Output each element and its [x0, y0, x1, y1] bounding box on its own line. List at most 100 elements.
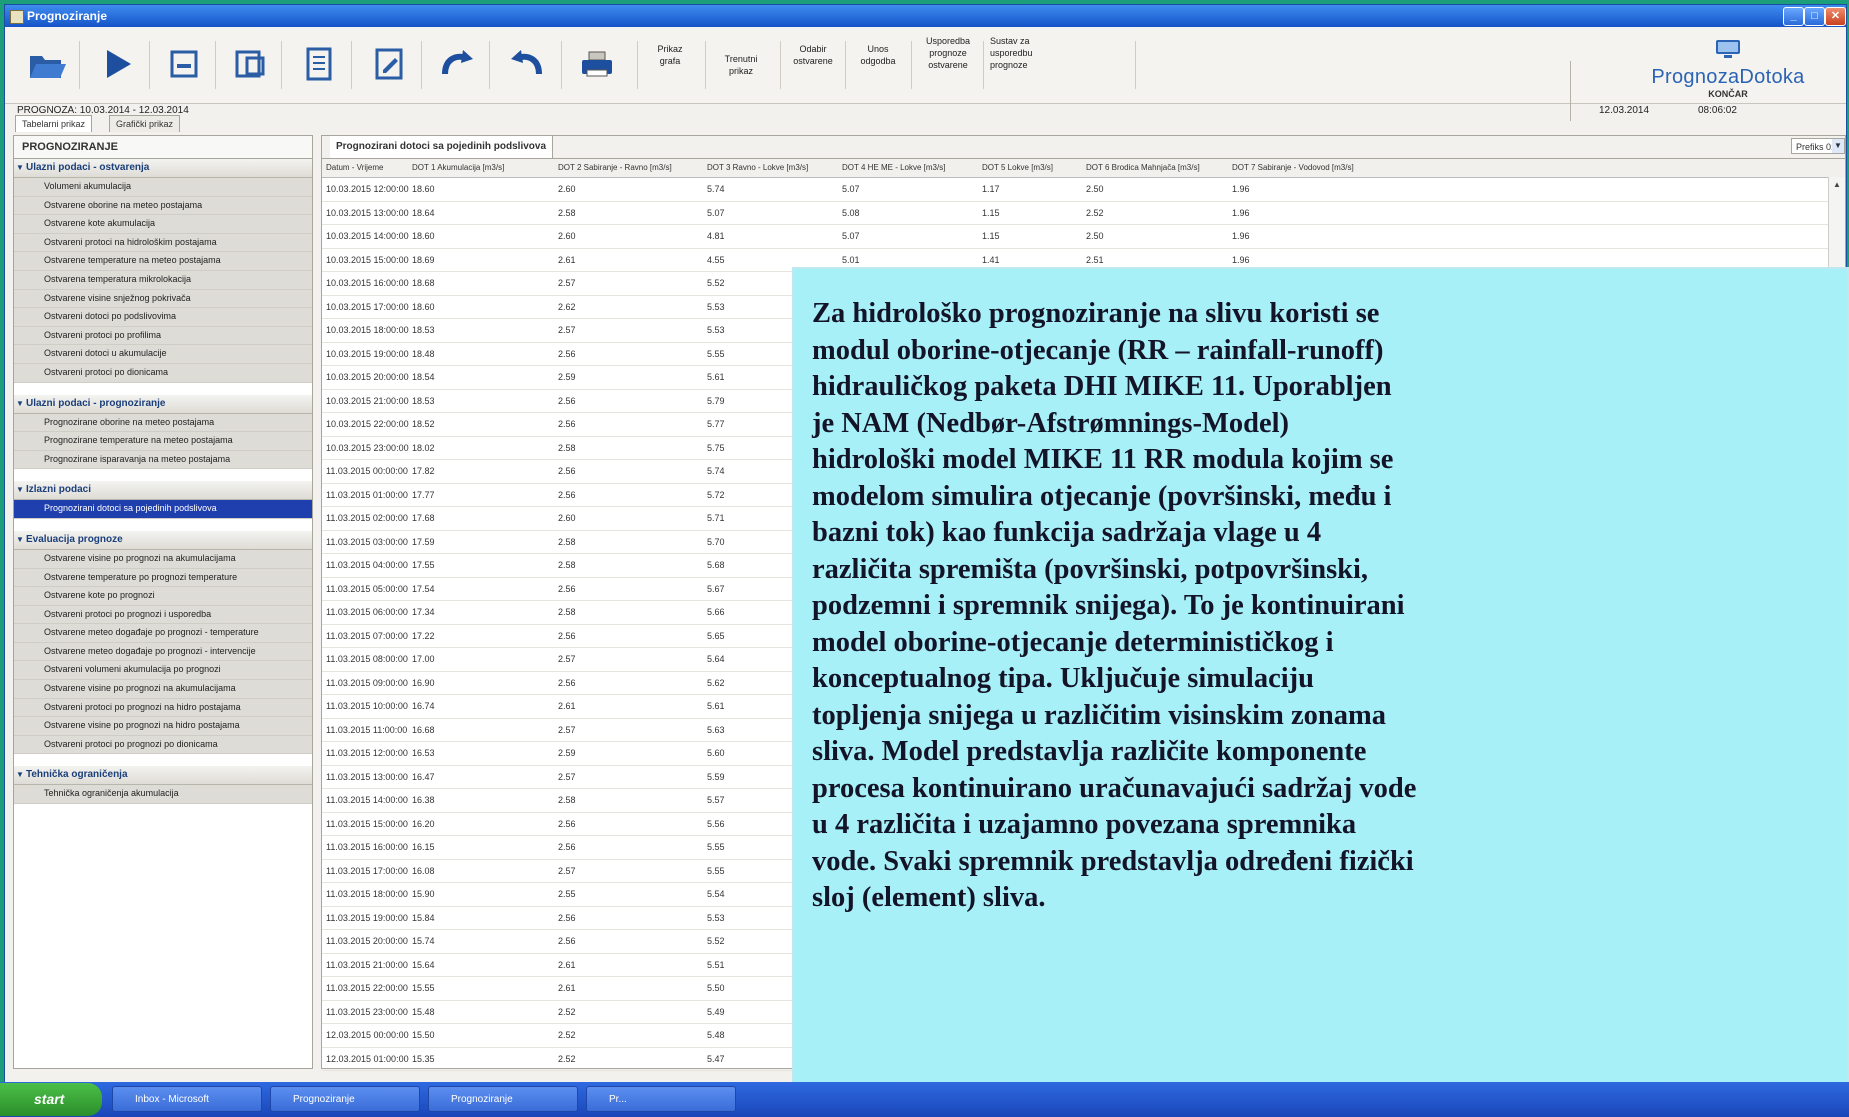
nav-item[interactable]: Ostvareni dotoci u akumulacije	[14, 345, 312, 364]
nav-item[interactable]: Ostvarene visine po prognozi na akumulac…	[14, 680, 312, 699]
taskbar-item[interactable]: Inbox - Microsoft	[112, 1086, 262, 1112]
nav-group[interactable]: ▼ Tehnička ograničenja	[14, 766, 312, 786]
nav-item[interactable]: Ostvarene temperature na meteo postajama	[14, 252, 312, 271]
open-button[interactable]	[25, 42, 69, 86]
table-cell: 2.57	[558, 771, 576, 782]
nav-item[interactable]: Prognozirane isparavanja na meteo postaj…	[14, 450, 312, 470]
table-cell: 2.56	[558, 583, 576, 594]
nav-item[interactable]: Ostvareni volumeni akumulacija po progno…	[14, 661, 312, 681]
edit-button[interactable]	[367, 42, 411, 86]
nav-item[interactable]: Ostvareni protoci po dionicama	[14, 363, 312, 383]
close-button[interactable]: ✕	[1825, 7, 1846, 26]
app-icon	[10, 10, 24, 24]
nav-item[interactable]: Ostvarene kote po prognozi	[14, 587, 312, 606]
table-cell: 5.53	[707, 325, 725, 335]
nav-item[interactable]: Tehnička ograničenja akumulacija	[14, 785, 312, 805]
nav-item[interactable]: Volumeni akumulacija	[14, 178, 312, 197]
nav-item[interactable]: Ostvarene visine po prognozi na akumulac…	[14, 549, 312, 569]
column-header[interactable]: DOT 5 Lokve [m3/s]	[982, 159, 1053, 177]
table-cell: 5.53	[707, 301, 725, 312]
collapse-arrow-icon[interactable]: ▼	[16, 481, 24, 499]
nav-item[interactable]: Prognozirane temperature na meteo postaj…	[14, 432, 312, 451]
overlay-text-line: bazni tok) kao funkcija sadržaja vlage u…	[812, 517, 1322, 548]
table-row[interactable]: 10.03.2015 13:00:00 18.64 2.58 5.07 5.08 1.15…	[322, 202, 1845, 225]
undo-button[interactable]	[505, 42, 549, 86]
tab-chart-view[interactable]: Grafički prikaz	[109, 115, 181, 132]
table-cell: 15.84	[412, 912, 435, 923]
table-cell: 5.68	[707, 560, 725, 570]
nav-item[interactable]: Ostvareni protoci po prognozi i usporedb…	[14, 605, 312, 625]
chevron-down-icon[interactable]: ▼	[1832, 139, 1844, 153]
forecast-compare-system-button[interactable]: Sustav za usporedbu prognoze	[990, 35, 1130, 71]
enter-delay-button[interactable]: Unos odgodba	[852, 43, 904, 67]
table-cell: 2.56	[558, 395, 576, 406]
table-cell: 2.61	[558, 701, 576, 711]
column-header[interactable]: DOT 4 HE ME - Lokve [m3/s]	[842, 159, 945, 177]
nav-item[interactable]: Ostvareni protoci po profilima	[14, 326, 312, 346]
redo-button[interactable]	[435, 42, 479, 86]
nav-item[interactable]: Ostvarene visine po prognozi na hidro po…	[14, 717, 312, 736]
nav-group[interactable]: ▼ Izlazni podaci	[14, 481, 312, 501]
table-cell: 11.03.2015 05:00:00	[326, 583, 408, 594]
nav-item[interactable]: Ostvareni dotoci po podslivovima	[14, 308, 312, 327]
table-cell: 18.02	[412, 442, 435, 453]
navigation-tree: ▼ Ulazni podaci - ostvarenja Volumeni akum…	[14, 159, 312, 817]
select-actual-button[interactable]: Odabir ostvarene	[787, 43, 839, 67]
nav-item[interactable]: Ostvarene oborine na meteo postajama	[14, 196, 312, 216]
table-cell: 2.57	[558, 724, 576, 735]
table-row[interactable]: 10.03.2015 12:00:00 18.60 2.60 5.74 5.07 1.17…	[322, 178, 1845, 202]
print-button[interactable]	[575, 42, 619, 86]
taskbar-item[interactable]: Prognoziranje	[428, 1086, 578, 1112]
table-cell: 2.59	[558, 372, 576, 382]
collapse-arrow-icon[interactable]: ▼	[16, 395, 24, 413]
table-row[interactable]: 10.03.2015 14:00:00 18.60 2.60 4.81 5.07 1.15…	[322, 225, 1845, 249]
minimize-button[interactable]: _	[1783, 7, 1804, 26]
save-button[interactable]	[162, 42, 206, 86]
report-button[interactable]	[297, 42, 341, 86]
nav-item[interactable]: Ostvareni protoci na hidrološkim postaja…	[14, 233, 312, 253]
column-header[interactable]: DOT 6 Brodica Mahnjača [m3/s]	[1086, 159, 1200, 177]
nav-item[interactable]: Ostvarene visine snježnog pokrivača	[14, 289, 312, 309]
nav-item[interactable]: Ostvarene meteo događaje po prognozi - i…	[14, 642, 312, 662]
overlay-text-line: različita spremišta (površinski, potpovr…	[812, 553, 1369, 585]
navigation-panel: PROGNOZIRANJE ▼ Ulazni podaci - ostvarenj…	[13, 135, 313, 1069]
table-cell: 5.66	[707, 607, 725, 617]
compare-forecast-button[interactable]: Usporedba prognoze ostvarene	[918, 35, 978, 71]
maximize-button[interactable]: □	[1804, 7, 1825, 26]
table-cell: 18.60	[412, 184, 435, 194]
taskbar-item[interactable]: Pr...	[586, 1086, 736, 1112]
show-chart-button[interactable]: Prikaz grafa	[650, 43, 690, 67]
prefix-dropdown[interactable]: Prefiks 01 ▼	[1791, 138, 1845, 154]
collapse-arrow-icon[interactable]: ▼	[16, 531, 24, 549]
nav-group[interactable]: ▼ Ulazni podaci - prognoziranje	[14, 394, 312, 414]
table-cell: 5.60	[707, 748, 725, 758]
nav-item[interactable]: Ostvareni protoci po prognozi po dionica…	[14, 735, 312, 755]
nav-item[interactable]: Ostvarene kote akumulacija	[14, 215, 312, 234]
nav-item[interactable]: Ostvareni protoci po prognozi na hidro p…	[14, 698, 312, 718]
run-button[interactable]	[95, 42, 139, 86]
nav-item[interactable]: Prognozirane oborine na meteo postajama	[14, 413, 312, 433]
nav-item[interactable]: Ostvarene temperature po prognozi temper…	[14, 568, 312, 588]
nav-group[interactable]: ▼ Evaluacija prognoze	[14, 530, 312, 550]
column-header[interactable]: DOT 2 Sabiranje - Ravno [m3/s]	[558, 159, 672, 177]
table-cell: 11.03.2015 23:00:00	[326, 1006, 408, 1017]
nav-item[interactable]: Ostvarena temperatura mikrolokacija	[14, 270, 312, 290]
collapse-arrow-icon[interactable]: ▼	[16, 766, 24, 784]
nav-item[interactable]: Ostvarene meteo događaje po prognozi - t…	[14, 624, 312, 643]
table-cell: 2.56	[558, 677, 576, 688]
column-header[interactable]: DOT 1 Akumulacija [m3/s]	[412, 159, 504, 177]
save-as-button[interactable]	[229, 42, 273, 86]
start-button[interactable]: start	[0, 1083, 102, 1116]
collapse-arrow-icon[interactable]: ▼	[16, 159, 24, 177]
save-icon	[170, 50, 198, 78]
taskbar-item[interactable]: Prognoziranje	[270, 1086, 420, 1112]
column-header[interactable]: DOT 7 Sabiranje - Vodovod [m3/s]	[1232, 159, 1354, 177]
scroll-up-icon[interactable]: ▲	[1829, 177, 1845, 193]
nav-group[interactable]: ▼ Ulazni podaci - ostvarenja	[14, 159, 312, 178]
tab-table-view[interactable]: Tabelarni prikaz	[15, 115, 93, 132]
column-header[interactable]: DOT 3 Ravno - Lokve [m3/s]	[707, 159, 808, 177]
current-view-button[interactable]: Trenutni prikaz	[711, 53, 771, 77]
column-header[interactable]: Datum - Vrijeme	[326, 159, 384, 177]
table-cell: 11.03.2015 00:00:00	[326, 466, 408, 476]
nav-item[interactable]: Prognozirani dotoci sa pojedinih podsliv…	[14, 500, 312, 519]
